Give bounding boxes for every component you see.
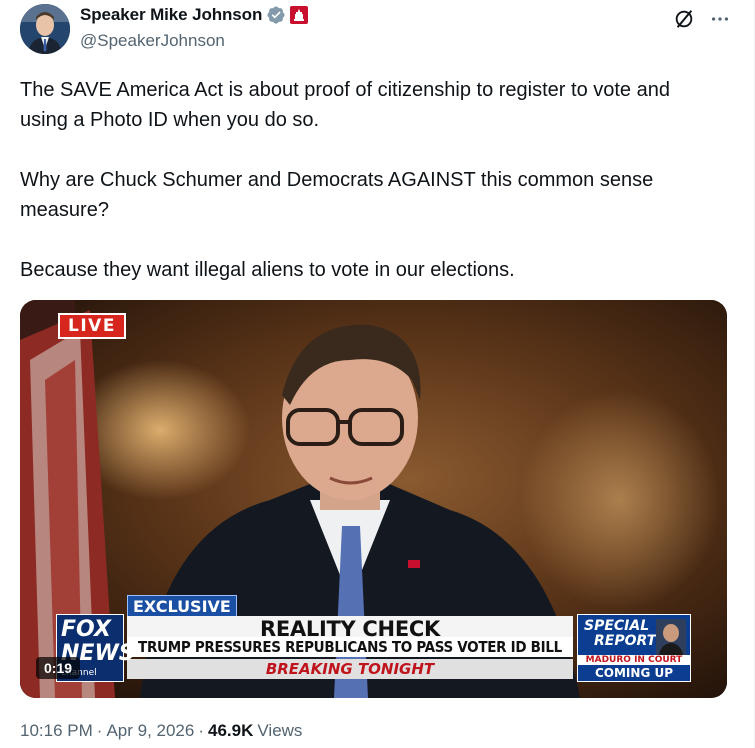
video-duration: 0:19 [36, 657, 81, 679]
views-label: Views [257, 721, 303, 740]
tweet-paragraph: The SAVE America Act is about proof of c… [20, 79, 670, 131]
author-name-row[interactable]: Speaker Mike Johnson [80, 5, 309, 25]
special-report-box: SPECIAL REPORT MADURO IN COURT COMING UP [577, 614, 691, 682]
author-display-name[interactable]: Speaker Mike Johnson [80, 5, 262, 25]
tweet-time[interactable]: 10:16 PM [20, 721, 93, 741]
breaking-banner: BREAKING TONIGHT [127, 659, 573, 679]
special-report-text: SPECIAL [584, 618, 650, 634]
chyron-subheadline: TRUMP PRESSURES REPUBLICANS TO PASS VOTE… [127, 637, 573, 657]
avatar-image [20, 4, 70, 54]
special-report-ticker: MADURO IN COURT [578, 655, 690, 665]
verified-badge-icon[interactable] [266, 5, 286, 25]
tweet-text: The SAVE America Act is about proof of c… [20, 75, 720, 315]
grok-icon[interactable] [673, 8, 695, 35]
more-horizontal-icon[interactable] [709, 8, 731, 35]
report-thumbnail [656, 619, 686, 655]
meta-separator: · [96, 721, 103, 740]
tweet-paragraph: Because they want illegal aliens to vote… [20, 259, 515, 281]
logo-text: FOX [61, 617, 111, 642]
video-player[interactable]: LIVE EXCLUSIVE REALITY CHECK TRUMP PRESS… [20, 300, 727, 698]
tweet-meta: 10:16 PM · Apr 9, 2026 · 46.9K Views [20, 721, 302, 741]
special-report-coming-up: COMING UP [594, 666, 674, 680]
breaking-text: BREAKING TONIGHT [265, 660, 435, 678]
views-count: 46.9K [208, 721, 254, 740]
live-badge: LIVE [58, 313, 126, 339]
capitol-affiliation-icon[interactable] [290, 6, 309, 24]
tweet-date[interactable]: Apr 9, 2026 [106, 721, 194, 741]
special-report-text: REPORT [594, 633, 657, 649]
author-handle[interactable]: @SpeakerJohnson [80, 31, 225, 51]
exclusive-label: EXCLUSIVE [127, 595, 237, 618]
meta-separator: · [198, 721, 205, 740]
tweet-header-actions [673, 8, 731, 35]
tweet-paragraph: Why are Chuck Schumer and Democrats AGAI… [20, 169, 654, 221]
avatar[interactable] [20, 4, 70, 54]
